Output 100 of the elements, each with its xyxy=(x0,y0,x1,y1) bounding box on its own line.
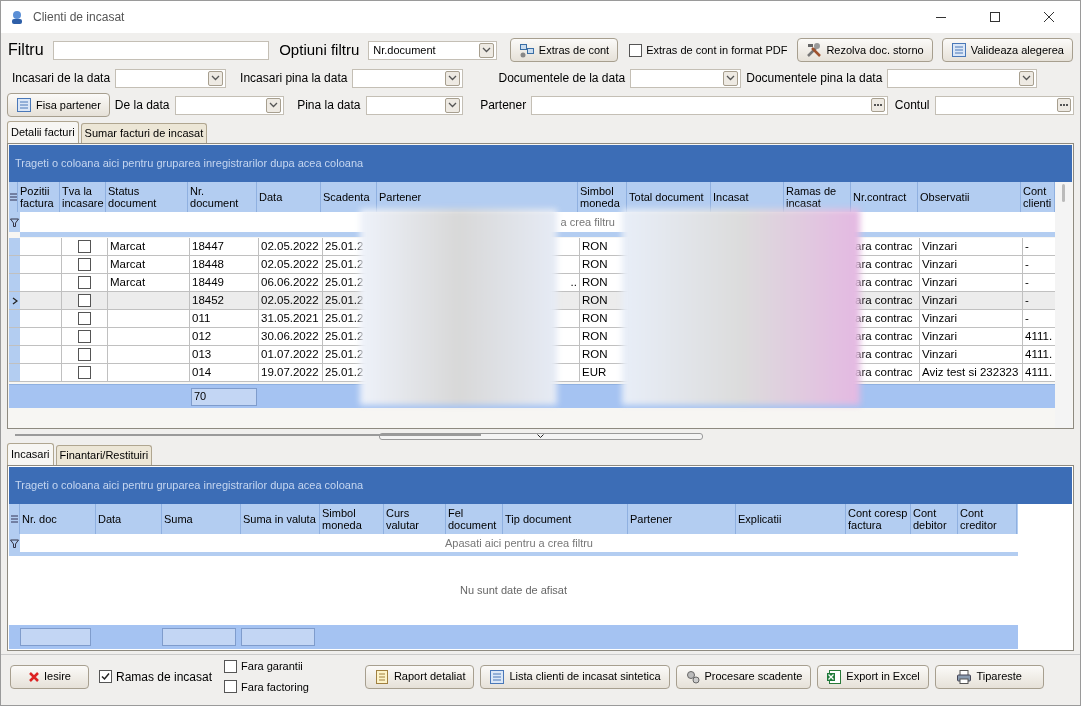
list-icon xyxy=(9,192,17,202)
checkbox[interactable] xyxy=(78,312,91,325)
checkbox[interactable] xyxy=(78,330,91,343)
checkbox-label: Fara factoring xyxy=(241,679,309,695)
table-cell: Vinzari xyxy=(920,310,1023,327)
table-cell: Vinzari xyxy=(920,256,1023,273)
tab[interactable]: Detalii facturi xyxy=(7,121,79,143)
lookup-field[interactable] xyxy=(531,95,888,115)
chevron-down-icon xyxy=(1022,75,1032,81)
close-icon xyxy=(1044,12,1054,22)
tab[interactable]: Incasari xyxy=(7,443,54,465)
table-cell: 02.05.2022 xyxy=(259,256,323,273)
dropdown[interactable] xyxy=(630,68,742,88)
minimize-icon xyxy=(936,16,946,18)
process-button[interactable]: Procesare scadente xyxy=(675,664,812,689)
print-button[interactable]: Tipareste xyxy=(934,664,1044,689)
chevron-down-icon xyxy=(211,75,221,81)
checkbox[interactable] xyxy=(629,43,643,57)
table-cell: Vinzari xyxy=(920,238,1023,255)
chevron-down-icon xyxy=(481,47,491,53)
table-cell: Vinzari xyxy=(920,274,1023,291)
dropdown[interactable]: Nr.document xyxy=(368,40,497,60)
table-cell: 19.07.2022 xyxy=(259,364,323,381)
summary-cell: 70 xyxy=(191,387,257,406)
exit-button[interactable]: Iesire xyxy=(10,664,89,689)
chevron-down-icon xyxy=(448,102,458,108)
table-cell: 014 xyxy=(190,364,259,381)
list-icon xyxy=(489,668,506,685)
dropdown[interactable] xyxy=(365,95,464,115)
checkbox[interactable] xyxy=(224,680,238,694)
tab[interactable]: Sumar facturi de incasat xyxy=(80,123,208,143)
filter-input[interactable] xyxy=(52,40,270,60)
checkbox[interactable] xyxy=(78,366,91,379)
checkbox[interactable] xyxy=(78,348,91,361)
table-cell: 30.06.2022 xyxy=(259,328,323,345)
date-label: Incasari de la data xyxy=(12,70,111,87)
network-icon xyxy=(518,42,535,58)
table-cell: 02.05.2022 xyxy=(259,238,323,255)
table-cell: Marcat xyxy=(108,274,190,291)
summary-cell xyxy=(20,628,91,646)
table-cell: 011 xyxy=(190,310,259,327)
dropdown[interactable] xyxy=(174,95,285,115)
checkbox-label: Ramas de incasat xyxy=(116,668,213,686)
table-cell: Marcat xyxy=(108,238,190,255)
checkbox[interactable] xyxy=(78,240,91,253)
table-cell: 18449 xyxy=(190,274,259,291)
checkbox[interactable] xyxy=(99,670,112,683)
table-cell: Vinzari xyxy=(920,328,1023,345)
account-label: Contul xyxy=(894,97,930,114)
date-label: Incasari pina la data xyxy=(240,70,348,87)
partner-card-button[interactable]: Fisa partener xyxy=(7,93,110,117)
checkbox[interactable] xyxy=(78,258,91,271)
report-button[interactable]: Lista clienti de incasat sintetica xyxy=(480,664,670,689)
list-icon xyxy=(950,42,967,58)
validate-button[interactable]: Valideaza alegerea xyxy=(941,38,1073,62)
filter-row-hint[interactable]: Apasati aici pentru a crea filtru xyxy=(445,534,593,552)
table-cell: 012 xyxy=(190,328,259,345)
current-row-icon xyxy=(11,296,18,305)
resolve-storno-button[interactable]: Rezolva doc. storno xyxy=(797,38,933,62)
table-cell: 18452 xyxy=(190,292,259,309)
filter-label: Filtru xyxy=(8,40,44,60)
empty-message: Nu sunt date de afisat xyxy=(460,583,567,599)
window-title: Clienti de incasat xyxy=(33,9,126,26)
group-by-hint: Trageti o coloana aici pentru gruparea inregistrarilor dupa acea coloana xyxy=(15,156,364,172)
table-cell: Vinzari xyxy=(920,346,1023,363)
filter-row-hint[interactable]: a crea filtru xyxy=(560,213,615,231)
checkbox-label: Fara garantii xyxy=(241,659,303,674)
date-label: Pina la data xyxy=(297,97,361,114)
table-cell: 18448 xyxy=(190,256,259,273)
date-label: Documentele de la data xyxy=(498,70,626,87)
filter-icon xyxy=(10,217,19,227)
chevron-down-icon xyxy=(726,75,736,81)
partner-label: Partener xyxy=(480,97,527,114)
lookup-field[interactable] xyxy=(934,95,1074,115)
table-cell: Vinzari xyxy=(920,292,1023,309)
table-cell: 013 xyxy=(190,346,259,363)
tab[interactable]: Finantari/Restituiri xyxy=(55,445,153,465)
tools-icon xyxy=(806,42,823,58)
export-button[interactable]: Export in Excel xyxy=(817,664,929,689)
dropdown[interactable] xyxy=(352,68,464,88)
gears-icon xyxy=(684,668,701,685)
maximize-icon xyxy=(990,12,1000,22)
checkmark-icon xyxy=(101,672,110,681)
spreadsheet-icon xyxy=(826,668,843,685)
printer-icon xyxy=(956,668,973,685)
checkbox[interactable] xyxy=(78,276,91,289)
date-label: Documentele pina la data xyxy=(746,70,883,87)
close-icon xyxy=(28,670,41,683)
dropdown[interactable] xyxy=(115,68,227,88)
report-icon xyxy=(373,668,390,685)
table-cell: 31.05.2021 xyxy=(259,310,323,327)
row-indicator[interactable] xyxy=(9,292,20,309)
list-icon xyxy=(16,97,32,113)
splitter-handle[interactable] xyxy=(378,432,703,440)
checkbox[interactable] xyxy=(224,659,238,673)
dropdown[interactable] xyxy=(887,68,1038,88)
checkbox[interactable] xyxy=(78,294,91,307)
report-button[interactable]: Raport detaliat xyxy=(364,664,475,689)
statement-button[interactable]: Extras de cont xyxy=(509,38,619,62)
horizontal-scrollbar[interactable] xyxy=(15,434,481,436)
